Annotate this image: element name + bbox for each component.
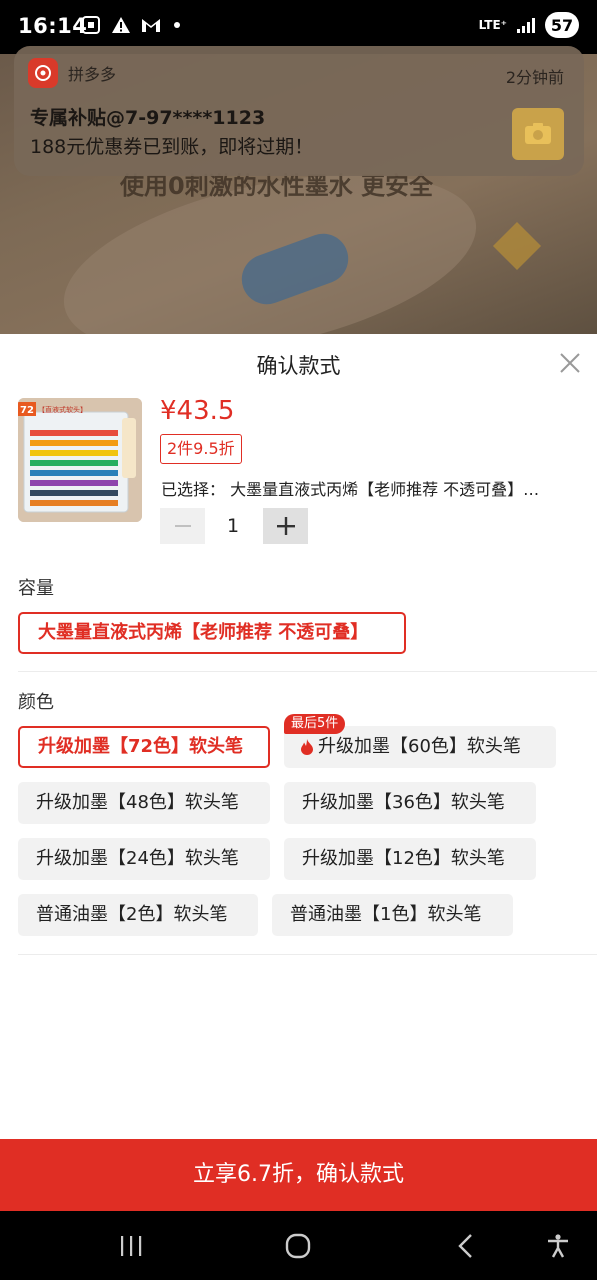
- warning-icon: [110, 14, 132, 36]
- quantity-value[interactable]: 1: [216, 508, 250, 544]
- promo-badge: 2件9.5折: [160, 434, 242, 464]
- capacity-option-0[interactable]: 大墨量直液式丙烯【老师推荐 不透可叠】: [18, 612, 406, 654]
- gmail-icon: [140, 14, 162, 36]
- color-option-1[interactable]: 普通油墨【1色】软头笔: [272, 894, 513, 936]
- notification-time: 2分钟前: [505, 68, 564, 87]
- back-icon[interactable]: [446, 1229, 486, 1263]
- screenshot-icon: [80, 14, 102, 36]
- status-notification-icons: [80, 14, 180, 36]
- status-time: 16:14: [18, 14, 88, 38]
- product-thumbnail[interactable]: 72 【直液式软头】: [18, 398, 142, 522]
- color-option-2[interactable]: 普通油墨【2色】软头笔: [18, 894, 258, 936]
- home-icon[interactable]: [278, 1229, 318, 1263]
- product-image-label: 【直液式软头】: [38, 405, 87, 414]
- quantity-increase-button[interactable]: [263, 508, 308, 544]
- pinduoduo-logo-icon: [28, 58, 58, 88]
- color-option-36[interactable]: 升级加墨【36色】软头笔: [284, 782, 536, 824]
- fire-icon: [301, 739, 313, 755]
- battery-indicator: 57: [545, 12, 579, 38]
- sheet-title: 确认款式: [256, 354, 341, 378]
- signal-icon: [515, 14, 537, 36]
- quantity-decrease-button[interactable]: [160, 508, 205, 544]
- stock-warning-badge: 最后5件: [284, 714, 346, 734]
- more-notifications-dot: [174, 22, 180, 28]
- color-option-72[interactable]: 升级加墨【72色】软头笔: [18, 726, 270, 768]
- product-image-count: 72: [20, 405, 34, 416]
- status-right: LTE⁺ 57: [479, 12, 579, 38]
- color-label: 颜色: [18, 692, 54, 713]
- notification-title: 专属补贴@7-97****1123: [30, 107, 266, 129]
- notification-app-name: 拼多多: [68, 65, 117, 84]
- coupon-thumbnail-icon: [512, 108, 564, 160]
- background-ink-mark-small: [492, 221, 542, 271]
- confirm-button[interactable]: 立享6.7折，确认款式: [0, 1139, 597, 1211]
- close-icon[interactable]: [557, 350, 583, 376]
- notification-app: 拼多多: [28, 58, 116, 88]
- section-divider-bottom: [18, 954, 597, 955]
- recent-apps-icon[interactable]: [111, 1229, 151, 1263]
- capacity-label: 容量: [18, 578, 54, 599]
- selected-spec-text: 已选择： 大墨量直液式丙烯【老师推荐 不透可叠】…: [161, 480, 540, 499]
- color-option-48[interactable]: 升级加墨【48色】软头笔: [18, 782, 270, 824]
- color-option-24[interactable]: 升级加墨【24色】软头笔: [18, 838, 270, 880]
- product-price: ¥43.5: [160, 396, 235, 426]
- color-option-12[interactable]: 升级加墨【12色】软头笔: [284, 838, 536, 880]
- color-option-60-label: 升级加墨【60色】软头笔: [318, 736, 521, 757]
- accessibility-icon[interactable]: [538, 1229, 578, 1263]
- notification-banner[interactable]: 拼多多 2分钟前 专属补贴@7-97****1123 188元优惠券已到账，即将…: [14, 46, 584, 176]
- sku-selection-sheet: 确认款式 72 【直液式软头】 ¥43.5 2件9.5折 已选择： 大墨量直液式…: [0, 334, 597, 1210]
- system-navigation-bar: [0, 1211, 597, 1280]
- notification-body: 188元优惠券已到账，即将过期！: [30, 136, 314, 158]
- network-type: LTE⁺: [478, 17, 507, 32]
- section-divider: [18, 671, 597, 672]
